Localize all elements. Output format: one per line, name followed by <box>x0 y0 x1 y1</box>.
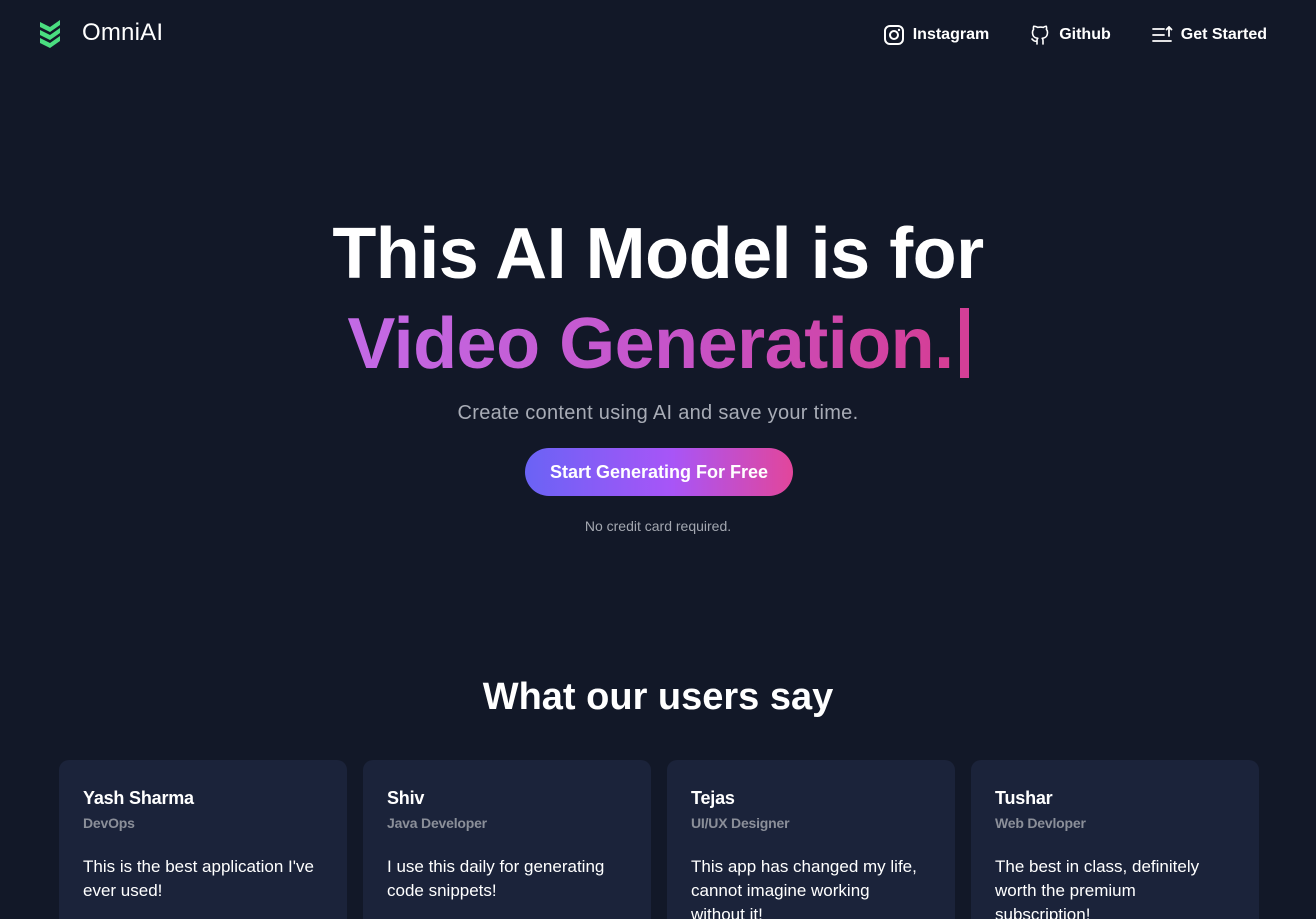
brand[interactable]: OmniAI <box>38 18 163 48</box>
brand-logo-icon <box>40 20 60 48</box>
testimonial-cards: Yash Sharma DevOps This is the best appl… <box>59 760 1259 919</box>
list-filter-icon <box>1151 26 1173 42</box>
testimonial-quote: The best in class, definitely worth the … <box>995 857 1200 919</box>
testimonial-role: UI/UX Designer <box>691 815 790 831</box>
hero-rotating-text: Video Generation. <box>347 304 954 384</box>
site-header: OmniAI Instagram Github Get Started <box>0 0 1316 72</box>
hero-headline: This AI Model is for <box>332 214 984 294</box>
testimonial-card: Shiv Java Developer I use this daily for… <box>363 760 651 919</box>
top-nav: Instagram Github Get Started <box>883 24 1267 46</box>
testimonial-card: Tejas UI/UX Designer This app has change… <box>667 760 955 919</box>
typing-cursor <box>959 308 969 378</box>
hero-rotating-line: Video Generation. <box>0 302 1316 386</box>
nav-instagram-link[interactable]: Instagram <box>883 24 989 46</box>
testimonial-card: Tushar Web Devloper The best in class, d… <box>971 760 1259 919</box>
testimonial-role: Java Developer <box>387 815 487 831</box>
github-icon <box>1031 25 1049 45</box>
cta-note: No credit card required. <box>584 518 732 534</box>
testimonial-name: Tejas <box>691 788 735 808</box>
hero-subtitle: Create content using AI and save your ti… <box>457 402 859 424</box>
testimonial-card: Yash Sharma DevOps This is the best appl… <box>59 760 347 919</box>
nav-get-started-label: Get Started <box>1180 26 1267 43</box>
testimonial-name: Yash Sharma <box>83 788 194 808</box>
nav-get-started-link[interactable]: Get Started <box>1151 24 1267 46</box>
brand-name: OmniAI <box>82 19 164 46</box>
testimonial-name: Tushar <box>995 788 1053 808</box>
testimonial-quote: This app has changed my life, cannot ima… <box>691 857 917 919</box>
testimonial-role: Web Devloper <box>995 815 1086 831</box>
nav-github-label: Github <box>1059 26 1111 43</box>
nav-instagram-label: Instagram <box>912 26 990 43</box>
landing-page: OmniAI Instagram Github Get Started This… <box>0 0 1316 919</box>
testimonial-role: DevOps <box>83 815 135 831</box>
instagram-icon <box>883 25 904 45</box>
testimonials-title: What our users say <box>482 676 834 718</box>
start-generating-button[interactable]: Start Generating For Free <box>525 448 793 496</box>
testimonial-name: Shiv <box>387 788 425 808</box>
nav-github-link[interactable]: Github <box>1029 24 1111 46</box>
testimonial-quote: This is the best application I've ever u… <box>83 857 314 900</box>
testimonial-quote: I use this daily for generating code sni… <box>387 857 605 900</box>
